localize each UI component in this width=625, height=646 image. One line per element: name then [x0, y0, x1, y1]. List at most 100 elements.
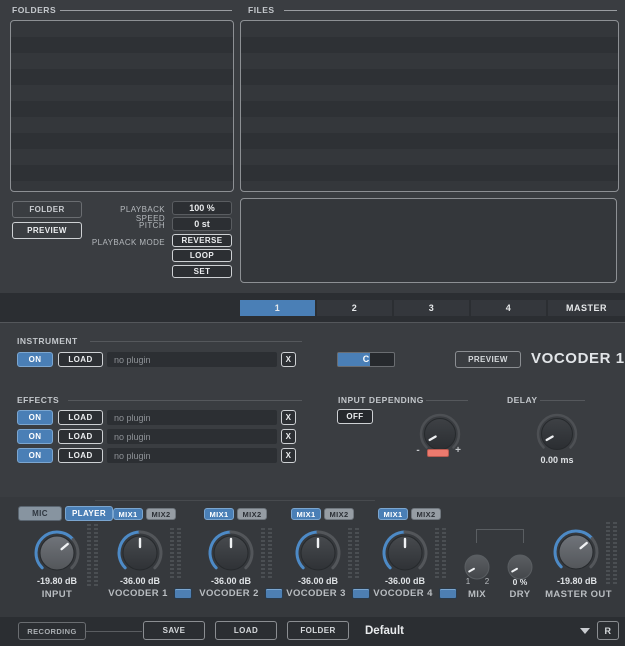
vocoder-1-channel: MIX1 MIX2 -36.00 dB VOCODER 1: [107, 502, 197, 612]
effect-2-load-button[interactable]: LOAD: [58, 429, 103, 444]
delay-section-label: DELAY: [507, 395, 538, 405]
input-depending-section-label: INPUT DEPENDING: [338, 395, 424, 405]
instrument-section-label: INSTRUMENT: [17, 336, 78, 346]
vocoder-4-channel-label: VOCODER 4: [373, 588, 433, 599]
tab-master[interactable]: MASTER: [548, 300, 625, 316]
vocoder-3-knob[interactable]: [293, 528, 343, 578]
vocoder-4-led-button[interactable]: [439, 588, 457, 599]
instrument-preview-button[interactable]: PREVIEW: [455, 351, 521, 368]
instrument-on-button[interactable]: ON: [17, 352, 53, 367]
input-channel-label: INPUT: [22, 589, 92, 600]
vocoder-3-level-meter: [348, 528, 359, 580]
input-depending-off-button[interactable]: OFF: [337, 409, 373, 424]
master-channel: -19.80 dB MASTER OUT: [532, 502, 625, 612]
reset-button[interactable]: R: [597, 621, 619, 640]
instrument-plugin-field[interactable]: no plugin: [107, 352, 277, 367]
preset-selector[interactable]: Default: [365, 621, 590, 641]
mix-left-label: 1: [463, 577, 473, 586]
vocoder-1-mix1-button[interactable]: MIX1: [113, 508, 143, 520]
folders-list[interactable]: [10, 20, 234, 192]
vocoder-4-knob[interactable]: [380, 528, 430, 578]
page-title: VOCODER 1: [531, 350, 625, 367]
vocoder-2-knob[interactable]: [206, 528, 256, 578]
footer-bar: RECORDING SAVE LOAD FOLDER Default R: [0, 617, 625, 646]
vocoder-2-mix2-button[interactable]: MIX2: [237, 508, 267, 520]
instrument-header-line: [90, 341, 302, 342]
vocoder-1-channel-label: VOCODER 1: [108, 588, 168, 599]
tab-1[interactable]: 1: [240, 300, 315, 316]
delay-knob[interactable]: [534, 411, 580, 457]
effect-2-remove-button[interactable]: X: [281, 429, 296, 444]
folders-header-line: [60, 10, 232, 11]
effect-1-plugin-field[interactable]: no plugin: [107, 410, 277, 425]
pitch-value[interactable]: 0 st: [172, 217, 232, 231]
tab-divider: [0, 322, 625, 323]
vocoder-4-channel: MIX1 MIX2 -36.00 dB VOCODER 4: [372, 502, 462, 612]
tab-strip: 1 2 3 4 MASTER: [0, 293, 625, 322]
instrument-load-button[interactable]: LOAD: [58, 352, 103, 367]
vocoder-3-mix1-button[interactable]: MIX1: [291, 508, 321, 520]
tab-4[interactable]: 4: [471, 300, 546, 316]
effects-section-label: EFFECTS: [17, 395, 59, 405]
loop-button[interactable]: LOOP: [172, 249, 232, 262]
vocoder-4-label-row: VOCODER 4: [360, 588, 470, 599]
mixer-header-line: [95, 500, 375, 501]
instrument-channel-slider[interactable]: C: [337, 352, 395, 367]
effect-3-plugin-field[interactable]: no plugin: [107, 448, 277, 463]
mic-button[interactable]: MIC: [18, 506, 62, 521]
instrument-remove-button[interactable]: X: [281, 352, 296, 367]
vocoder-1-gain-value: -36.00 dB: [105, 576, 175, 586]
recording-button[interactable]: RECORDING: [18, 622, 86, 640]
folder-button[interactable]: FOLDER: [12, 201, 82, 218]
vocoder-2-channel-label: VOCODER 2: [199, 588, 259, 599]
vocoder-1-mix2-button[interactable]: MIX2: [146, 508, 176, 520]
reverse-button[interactable]: REVERSE: [172, 234, 232, 247]
folder-save-button[interactable]: FOLDER: [287, 621, 349, 640]
input-depending-header-line: [426, 400, 468, 401]
preset-dropdown-caret-icon: [580, 628, 590, 634]
vocoder-1-knob[interactable]: [115, 528, 165, 578]
input-gain-value: -19.80 dB: [22, 576, 92, 586]
effect-3-remove-button[interactable]: X: [281, 448, 296, 463]
vocoder-2-gain-value: -36.00 dB: [196, 576, 266, 586]
vocoder-4-mix2-button[interactable]: MIX2: [411, 508, 441, 520]
vocoder-4-gain-value: -36.00 dB: [370, 576, 440, 586]
vocoder-2-mix1-button[interactable]: MIX1: [204, 508, 234, 520]
footer-connector-line: [86, 631, 142, 632]
set-button[interactable]: SET: [172, 265, 232, 278]
delay-value: 0.00 ms: [527, 455, 587, 465]
depth-slider[interactable]: [427, 449, 449, 457]
vocoder-2-level-meter: [261, 528, 272, 580]
load-button[interactable]: LOAD: [215, 621, 277, 640]
effect-3-on-button[interactable]: ON: [17, 448, 53, 463]
player-button[interactable]: PLAYER: [65, 506, 113, 521]
vocoder-3-mix2-button[interactable]: MIX2: [324, 508, 354, 520]
playback-speed-value[interactable]: 100 %: [172, 201, 232, 215]
save-button[interactable]: SAVE: [143, 621, 205, 640]
vocoder-4-mix1-button[interactable]: MIX1: [378, 508, 408, 520]
files-list[interactable]: [240, 20, 619, 192]
effect-2-plugin-field[interactable]: no plugin: [107, 429, 277, 444]
pitch-label: PITCH: [90, 221, 165, 230]
mix-routing-bracket: [476, 529, 524, 543]
tab-2[interactable]: 2: [317, 300, 392, 316]
depth-minus-label: -: [412, 445, 424, 456]
effect-1-load-button[interactable]: LOAD: [58, 410, 103, 425]
preview-button[interactable]: PREVIEW: [12, 222, 82, 239]
preset-name: Default: [365, 625, 404, 637]
playback-mode-label: PLAYBACK MODE: [90, 238, 165, 247]
effect-1-remove-button[interactable]: X: [281, 410, 296, 425]
input-knob[interactable]: [32, 528, 82, 578]
tab-3[interactable]: 3: [394, 300, 469, 316]
master-knob[interactable]: [551, 527, 601, 577]
waveform-display[interactable]: [240, 198, 617, 283]
master-level-meter: [606, 522, 617, 584]
effect-1-on-button[interactable]: ON: [17, 410, 53, 425]
effect-3-load-button[interactable]: LOAD: [58, 448, 103, 463]
effect-2-on-button[interactable]: ON: [17, 429, 53, 444]
folders-section-label: FOLDERS: [12, 5, 56, 15]
files-header-line: [284, 10, 617, 11]
master-channel-label: MASTER OUT: [532, 589, 625, 600]
depth-plus-label: +: [452, 445, 464, 456]
effects-header-line: [68, 400, 302, 401]
